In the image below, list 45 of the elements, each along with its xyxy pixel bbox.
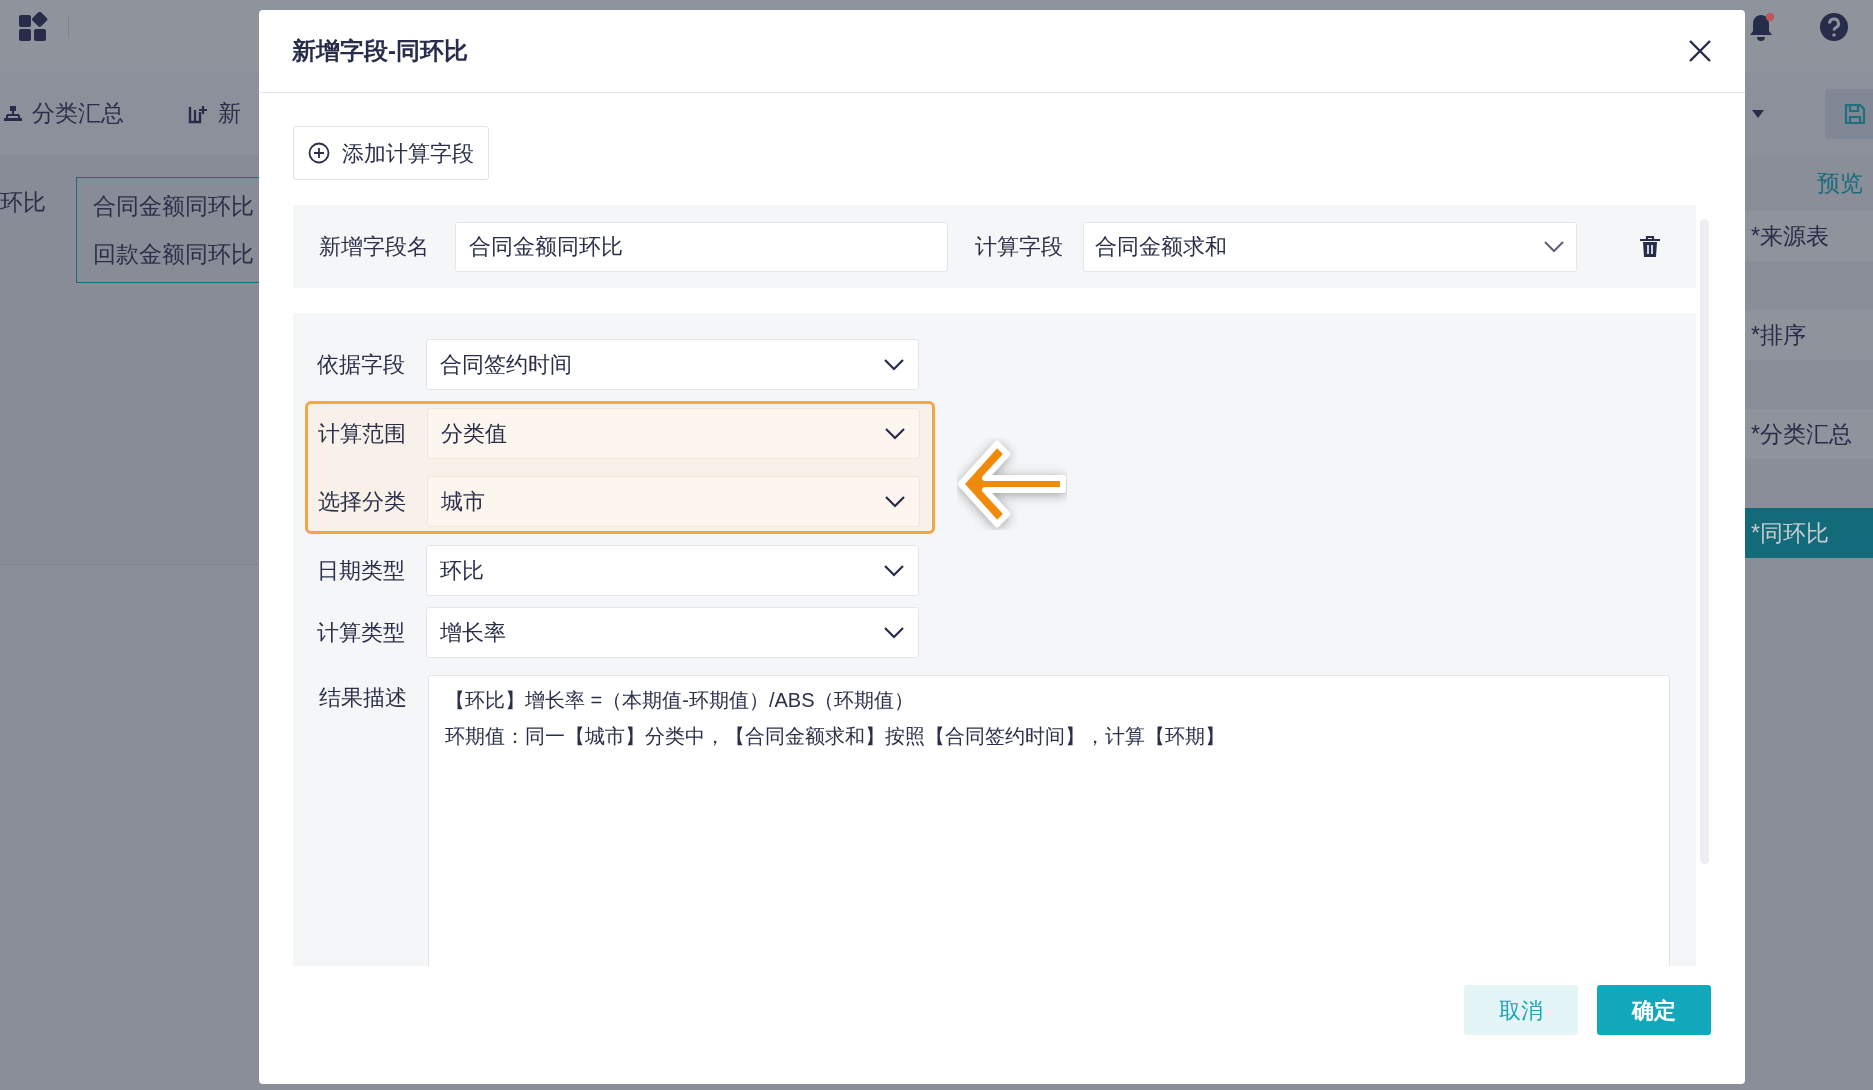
field-label: 日期类型 bbox=[317, 557, 406, 585]
chevron-down-icon bbox=[883, 563, 905, 578]
plus-circle-icon bbox=[308, 142, 330, 164]
calc-field-select[interactable]: 合同金额求和 bbox=[1083, 221, 1577, 272]
field-label: 新增字段名 bbox=[319, 233, 430, 261]
step-item[interactable]: *同环比 bbox=[1745, 508, 1873, 558]
cancel-button[interactable]: 取消 bbox=[1464, 985, 1578, 1035]
field-label: 环比 bbox=[0, 188, 47, 217]
save-icon bbox=[1843, 101, 1867, 126]
chevron-down-icon bbox=[1543, 239, 1565, 254]
step-item[interactable]: *分类汇总 bbox=[1745, 409, 1873, 459]
hierarchy-icon bbox=[4, 105, 22, 122]
toolbar-button[interactable]: 分类汇总 bbox=[4, 96, 124, 131]
description-text: 【环比】增长率 =（本期值-环期值）/ABS（环期值） bbox=[445, 688, 916, 713]
description-text: 环期值：同一【城市】分类中，【合同金额求和】按照【合同签约时间】，计算【环期】 bbox=[445, 724, 1226, 749]
field-label: 计算类型 bbox=[317, 619, 406, 647]
chevron-down-icon bbox=[884, 426, 906, 441]
chevron-down-icon bbox=[883, 625, 905, 640]
select-field[interactable]: 合同签约时间 bbox=[426, 339, 919, 390]
dialog-title: 新增字段-同环比 bbox=[292, 36, 468, 66]
confirm-button[interactable]: 确定 bbox=[1597, 985, 1711, 1035]
select-field[interactable]: 分类值 bbox=[427, 408, 920, 459]
chevron-down-icon bbox=[883, 357, 905, 372]
field-label: 依据字段 bbox=[317, 351, 406, 379]
toolbar-button[interactable]: 新 bbox=[188, 96, 241, 131]
select-field[interactable]: 环比 bbox=[426, 545, 919, 596]
trash-icon[interactable] bbox=[1639, 234, 1661, 259]
help-icon[interactable] bbox=[1819, 12, 1849, 42]
field-label: 选择分类 bbox=[318, 488, 407, 516]
step-item[interactable]: *排序 bbox=[1745, 310, 1873, 360]
field-label: 结果描述 bbox=[318, 684, 408, 712]
add-field-button[interactable]: 添加计算字段 bbox=[293, 126, 489, 180]
field-label: 计算字段 bbox=[975, 233, 1064, 261]
bell-icon[interactable] bbox=[1747, 12, 1775, 42]
select-field[interactable]: 增长率 bbox=[426, 607, 919, 658]
close-icon[interactable] bbox=[1688, 39, 1712, 63]
apps-icon[interactable] bbox=[18, 12, 48, 42]
add-column-icon bbox=[188, 103, 208, 124]
select-field[interactable]: 城市 bbox=[427, 476, 920, 527]
arrow-icon bbox=[957, 438, 1067, 530]
name-input[interactable]: 合同金额同环比 bbox=[455, 221, 948, 272]
dropdown-icon[interactable] bbox=[1751, 108, 1765, 119]
step-item[interactable]: *来源表 bbox=[1745, 211, 1873, 261]
field-label: 计算范围 bbox=[318, 420, 407, 448]
chevron-down-icon bbox=[884, 494, 906, 509]
